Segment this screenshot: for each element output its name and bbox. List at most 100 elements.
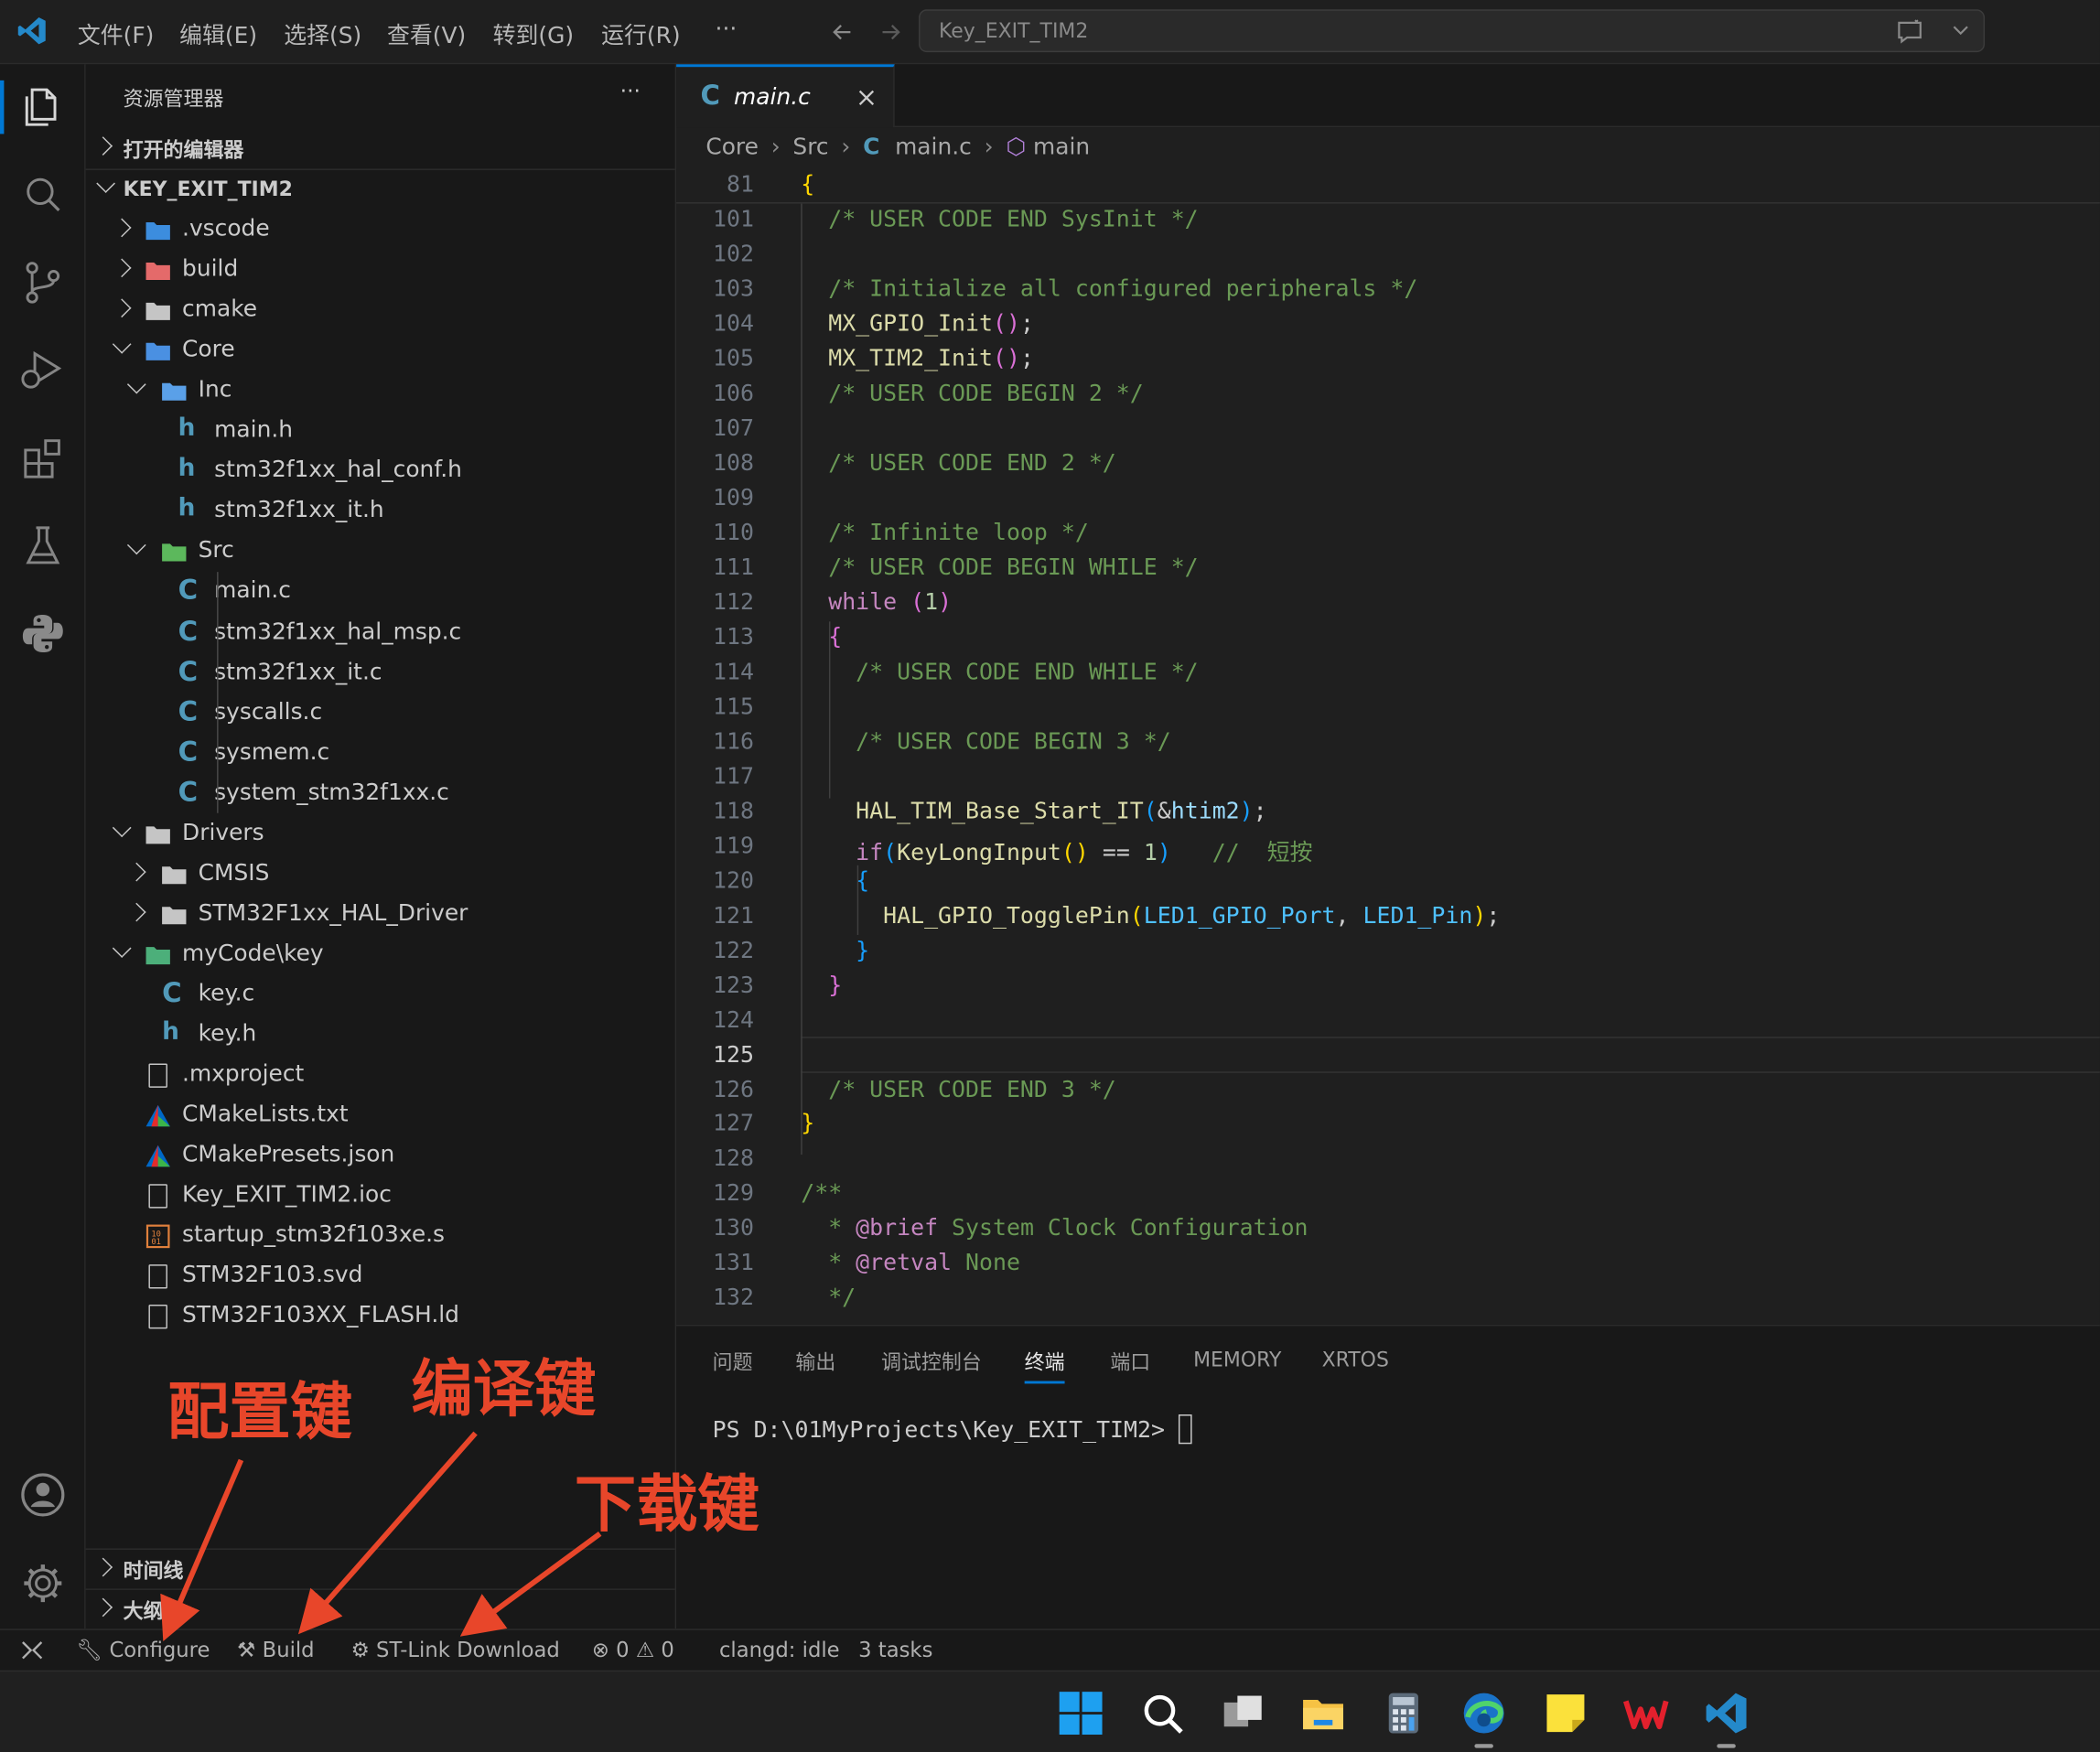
tree-item[interactable]: Src	[86, 532, 675, 573]
tree-item[interactable]: Csyscalls.c	[86, 693, 675, 734]
python-icon[interactable]	[16, 607, 70, 661]
tree-item[interactable]: h key.h	[86, 1016, 675, 1056]
panel-tab[interactable]: 调试控制台	[881, 1348, 982, 1376]
sticky-scroll-line[interactable]: 81 {	[676, 168, 2100, 204]
tree-item[interactable]: CMakeLists.txt	[86, 1096, 675, 1136]
tree-item[interactable]: Core	[86, 331, 675, 371]
command-center-search[interactable]: Key_EXIT_TIM2	[919, 9, 1986, 53]
code-line: if(KeyLongInput() == 1) // 短按	[856, 839, 1313, 866]
terminal-cursor	[1178, 1414, 1192, 1445]
tab-main-c[interactable]: C main.c	[676, 64, 895, 128]
st-link-download-button[interactable]: ⚙︎ ST-Link Download	[350, 1639, 559, 1662]
vscode-taskbar-icon[interactable]	[1704, 1691, 1750, 1736]
problems-status[interactable]: ⊗ 0 ⚠︎ 0	[592, 1639, 674, 1662]
tree-item[interactable]: .vscode	[86, 210, 675, 251]
wps-office-icon[interactable]	[1623, 1691, 1669, 1736]
testing-flask-icon[interactable]	[16, 519, 70, 573]
breadcrumb-core[interactable]: Core	[705, 134, 759, 160]
tree-item[interactable]: STM32F103XX_FLASH.ld	[86, 1297, 675, 1338]
tasks-status[interactable]: 3 tasks	[858, 1639, 932, 1662]
remote-icon[interactable]	[18, 1639, 45, 1662]
tree-item[interactable]: h stm32f1xx_it.h	[86, 492, 675, 532]
tree-item[interactable]: CMakePresets.json	[86, 1136, 675, 1177]
menu-item[interactable]: ···	[716, 16, 738, 43]
source-control-icon[interactable]	[16, 256, 70, 310]
folder-icon	[162, 906, 187, 925]
breadcrumb-file[interactable]: main.c	[895, 134, 972, 160]
close-icon[interactable]	[857, 89, 876, 107]
panel-tab[interactable]: 端口	[1110, 1348, 1150, 1376]
forward-arrow-icon[interactable]	[878, 18, 904, 45]
line-number: 126	[713, 1076, 755, 1103]
more-actions-button[interactable]: ···	[620, 78, 641, 103]
line-number: 106	[713, 380, 755, 407]
menu-item[interactable]: 转到(G)	[493, 16, 574, 50]
menu-item[interactable]: 查看(V)	[387, 16, 466, 50]
panel-tab[interactable]: 问题	[713, 1348, 753, 1376]
panel-tab[interactable]: MEMORY	[1193, 1348, 1281, 1371]
tree-item[interactable]: STM32F1xx_HAL_Driver	[86, 895, 675, 935]
panel-tab[interactable]: XRTOS	[1322, 1348, 1389, 1371]
code-editor[interactable]: 81 { 101 /* USER CODE END SysInit */ 102 1…	[676, 168, 2100, 1323]
menu-item[interactable]: 运行(R)	[601, 16, 680, 50]
tree-item-label: STM32F103XX_FLASH.ld	[182, 1302, 459, 1329]
chevron-down-icon[interactable]	[1951, 21, 1969, 39]
build-label: Build	[262, 1638, 315, 1662]
terminal-output[interactable]: PS D:\01MyProjects\Key_EXIT_TIM2>	[713, 1414, 1192, 1445]
tree-item[interactable]: Cstm32f1xx_hal_msp.c	[86, 613, 675, 653]
edge-browser-icon[interactable]	[1461, 1691, 1507, 1736]
tree-item[interactable]: 10 01 startup_stm32f103xe.s	[86, 1217, 675, 1257]
calculator-icon[interactable]	[1381, 1691, 1427, 1736]
tree-item-label: stm32f1xx_hal_msp.c	[214, 618, 462, 645]
windows-start-icon[interactable]	[1058, 1691, 1104, 1736]
clangd-status[interactable]: clangd: idle	[719, 1639, 840, 1662]
tree-item[interactable]: Inc	[86, 371, 675, 412]
build-button[interactable]: ⚒︎ Build	[237, 1639, 315, 1662]
code-line: /* USER CODE END 2 */	[828, 449, 1116, 478]
menu-item[interactable]: 编辑(E)	[179, 16, 257, 50]
tree-item[interactable]: Key_EXIT_TIM2.ioc	[86, 1177, 675, 1217]
menu-item[interactable]: 文件(F)	[78, 16, 154, 50]
timeline-section[interactable]: 时间线	[86, 1550, 675, 1590]
open-editors-section[interactable]: 打开的编辑器	[86, 129, 675, 169]
extensions-icon[interactable]	[16, 431, 70, 485]
tree-item[interactable]: .mxproject	[86, 1056, 675, 1096]
breadcrumb-src[interactable]: Src	[792, 134, 828, 160]
search-icon[interactable]	[16, 168, 70, 222]
tree-item[interactable]: STM32F103.svd	[86, 1257, 675, 1297]
tree-item[interactable]: h main.h	[86, 412, 675, 452]
explorer-files-icon[interactable]	[16, 81, 70, 134]
sticky-notes-icon[interactable]	[1543, 1691, 1588, 1736]
tree-item[interactable]: Cmain.c	[86, 573, 675, 613]
settings-gear-icon[interactable]	[16, 1556, 70, 1610]
task-view-icon[interactable]	[1220, 1691, 1265, 1736]
tree-item[interactable]: Csystem_stm32f1xx.c	[86, 774, 675, 814]
chevron-icon	[112, 218, 132, 238]
panel-tab[interactable]: 输出	[795, 1348, 835, 1376]
project-root-section[interactable]: KEY_EXIT_TIM2	[86, 170, 675, 210]
c-file-icon: C	[178, 654, 199, 687]
tree-item-label: STM32F103.svd	[182, 1262, 363, 1289]
tree-item[interactable]: h stm32f1xx_hal_conf.h	[86, 452, 675, 492]
search-icon[interactable]	[1140, 1691, 1186, 1736]
tree-item[interactable]: CMSIS	[86, 855, 675, 895]
tree-item[interactable]: Csysmem.c	[86, 734, 675, 774]
panel-tab[interactable]: 终端	[1024, 1348, 1065, 1384]
account-icon[interactable]	[16, 1468, 70, 1522]
tree-item[interactable]: Ckey.c	[86, 975, 675, 1016]
tree-item[interactable]: Drivers	[86, 814, 675, 855]
tree-item[interactable]: myCode\key	[86, 935, 675, 975]
outline-section[interactable]: 大纲	[86, 1590, 675, 1630]
menu-item[interactable]: 选择(S)	[284, 16, 361, 50]
breadcrumb-symbol[interactable]: main	[1033, 134, 1090, 160]
chat-icon[interactable]	[1895, 17, 1924, 47]
code-line: /* USER CODE END WHILE */	[856, 658, 1199, 686]
tree-item[interactable]: build	[86, 251, 675, 291]
tree-item[interactable]: cmake	[86, 291, 675, 331]
tree-item[interactable]: Cstm32f1xx_it.c	[86, 653, 675, 693]
configure-button[interactable]: 🔧︎ Configure	[76, 1639, 210, 1662]
run-debug-icon[interactable]	[16, 343, 70, 397]
back-arrow-icon[interactable]	[829, 18, 856, 45]
file-explorer-icon[interactable]	[1300, 1691, 1346, 1736]
folder-icon	[145, 303, 170, 321]
